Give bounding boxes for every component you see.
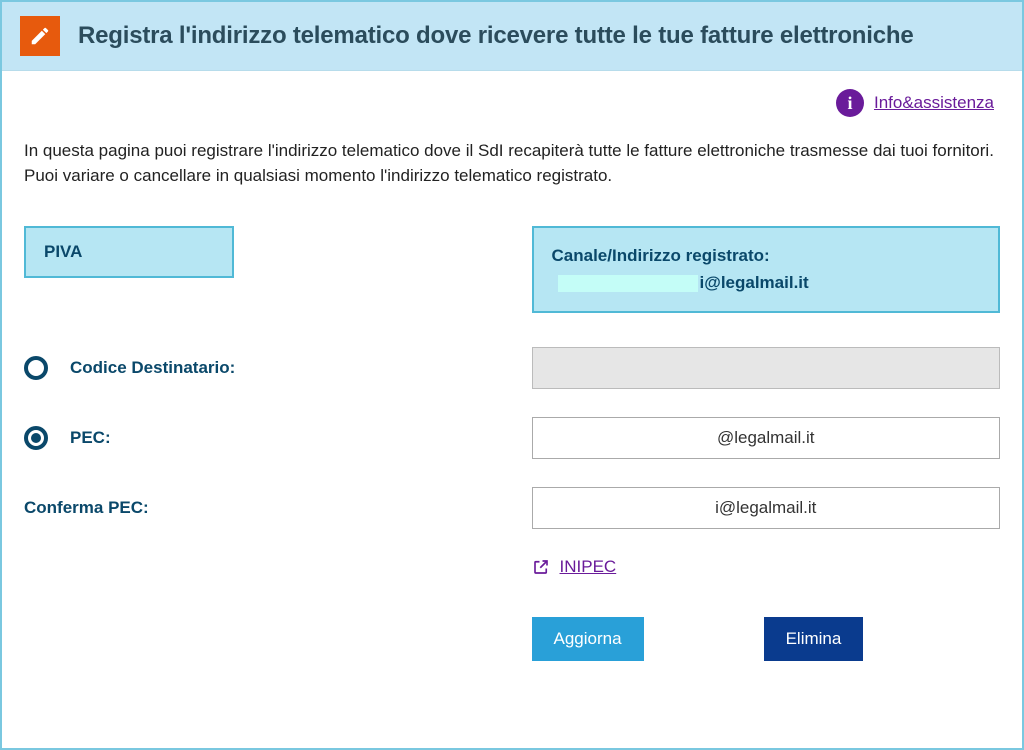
external-link-icon bbox=[532, 558, 550, 576]
pec-input[interactable] bbox=[532, 417, 1000, 459]
conferma-pec-input[interactable] bbox=[532, 487, 1000, 529]
row-codice-destinatario: Codice Destinatario: bbox=[24, 347, 1000, 389]
form-area: Codice Destinatario: PEC: Conferma PEC: bbox=[2, 313, 1022, 661]
piva-box: PIVA bbox=[24, 226, 234, 278]
page-title: Registra l'indirizzo telematico dove ric… bbox=[78, 22, 913, 50]
registered-channel-label: Canale/Indirizzo registrato: bbox=[552, 242, 980, 269]
codice-destinatario-input bbox=[532, 347, 1000, 389]
registration-card: Registra l'indirizzo telematico dove ric… bbox=[0, 0, 1024, 750]
radio-pec[interactable] bbox=[24, 426, 48, 450]
inipec-link[interactable]: INIPEC bbox=[560, 557, 617, 577]
radio-codice-destinatario[interactable] bbox=[24, 356, 48, 380]
redacted-prefix bbox=[558, 275, 698, 292]
piva-label: PIVA bbox=[44, 242, 82, 261]
registered-value-suffix: i@legalmail.it bbox=[700, 273, 809, 292]
header: Registra l'indirizzo telematico dove ric… bbox=[2, 2, 1022, 71]
help-row: i Info&assistenza bbox=[2, 71, 1022, 117]
delete-button[interactable]: Elimina bbox=[764, 617, 864, 661]
actions-row: Aggiorna Elimina bbox=[532, 577, 1000, 661]
row-inipec: INIPEC Aggiorna Elimina bbox=[24, 557, 1000, 661]
registered-channel-value: i@legalmail.it bbox=[552, 269, 815, 296]
help-link[interactable]: Info&assistenza bbox=[874, 93, 994, 113]
registered-channel-box: Canale/Indirizzo registrato: i@legalmail… bbox=[532, 226, 1000, 312]
conferma-pec-label: Conferma PEC: bbox=[24, 498, 149, 518]
pencil-icon bbox=[20, 16, 60, 56]
summary-row: PIVA Canale/Indirizzo registrato: i@lega… bbox=[2, 198, 1022, 312]
codice-destinatario-label: Codice Destinatario: bbox=[70, 358, 235, 378]
pec-label: PEC: bbox=[70, 428, 111, 448]
row-conferma-pec: Conferma PEC: bbox=[24, 487, 1000, 529]
update-button[interactable]: Aggiorna bbox=[532, 617, 644, 661]
row-pec: PEC: bbox=[24, 417, 1000, 459]
info-icon: i bbox=[836, 89, 864, 117]
description-text: In questa pagina puoi registrare l'indir… bbox=[2, 117, 1022, 198]
